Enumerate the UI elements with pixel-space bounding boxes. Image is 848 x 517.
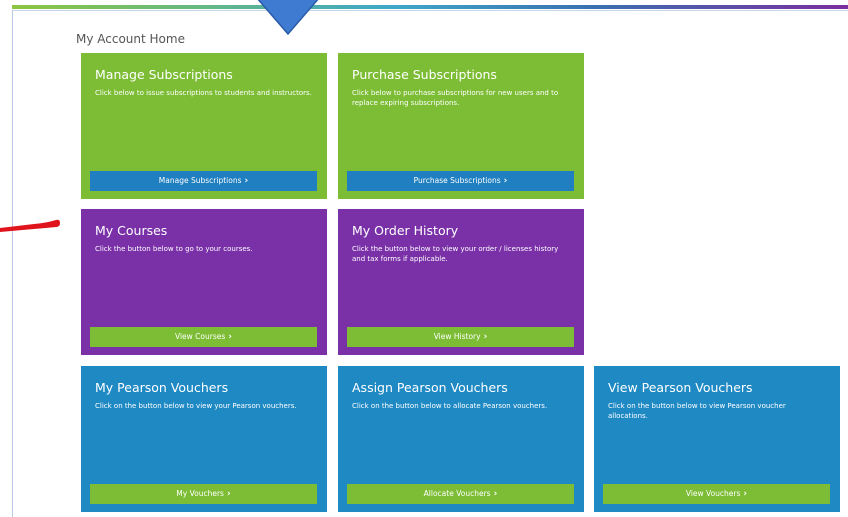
button-label: Allocate Vouchers [423, 489, 491, 498]
card-description: Click on the button below to view Pearso… [608, 402, 786, 420]
chevron-right-icon: › [226, 489, 231, 499]
callout-pointer-icon [257, 0, 319, 36]
manage-subscriptions-button[interactable]: Manage Subscriptions › [90, 171, 317, 191]
card-title: Purchase Subscriptions [352, 67, 497, 82]
purchase-subscriptions-button[interactable]: Purchase Subscriptions › [347, 171, 574, 191]
button-label: View Vouchers [685, 489, 741, 498]
card-my-courses: My Courses Click the button below to go … [81, 209, 327, 355]
header-gradient-bar [12, 5, 848, 9]
card-purchase-subscriptions: Purchase Subscriptions Click below to pu… [338, 53, 584, 199]
card-title: Manage Subscriptions [95, 67, 233, 82]
card-description: Click below to issue subscriptions to st… [95, 89, 312, 97]
card-description: Click on the button below to view your P… [95, 402, 297, 410]
card-title: My Order History [352, 223, 459, 238]
red-arrow-icon [0, 219, 60, 232]
view-vouchers-button[interactable]: View Vouchers › [603, 484, 830, 504]
card-title: My Courses [95, 223, 168, 238]
card-my-pearson-vouchers: My Pearson Vouchers Click on the button … [81, 366, 327, 512]
card-title: Assign Pearson Vouchers [352, 380, 508, 395]
button-label: View History [433, 332, 481, 341]
chevron-right-icon: › [483, 332, 488, 342]
button-label: View Courses [175, 332, 226, 341]
chevron-right-icon: › [493, 489, 498, 499]
allocate-vouchers-button[interactable]: Allocate Vouchers › [347, 484, 574, 504]
header-divider [12, 10, 848, 11]
button-label: Manage Subscriptions [158, 176, 242, 185]
view-history-button[interactable]: View History › [347, 327, 574, 347]
chevron-right-icon: › [228, 332, 232, 342]
card-description: Click on the button below to allocate Pe… [352, 402, 548, 410]
chevron-right-icon: › [503, 176, 508, 186]
my-vouchers-button[interactable]: My Vouchers › [90, 484, 317, 504]
card-description: Click below to purchase subscriptions fo… [352, 89, 559, 107]
card-view-pearson-vouchers: View Pearson Vouchers Click on the butto… [594, 366, 840, 512]
chevron-right-icon: › [244, 176, 249, 186]
card-title: View Pearson Vouchers [608, 380, 753, 395]
page-left-border [12, 10, 13, 517]
page-title: My Account Home [76, 32, 185, 46]
card-description: Click the button below to go to your cou… [95, 245, 253, 253]
card-title: My Pearson Vouchers [95, 380, 229, 395]
card-my-order-history: My Order History Click the button below … [338, 209, 584, 355]
view-courses-button[interactable]: View Courses › [90, 327, 317, 347]
card-description: Click the button below to view your orde… [352, 245, 559, 263]
button-label: Purchase Subscriptions [413, 176, 501, 185]
button-label: My Vouchers [176, 489, 224, 498]
card-manage-subscriptions: Manage Subscriptions Click below to issu… [81, 53, 327, 199]
chevron-right-icon: › [743, 489, 748, 499]
account-home-page: My Account Home Manage Subscriptions Cli… [0, 0, 848, 517]
card-assign-pearson-vouchers: Assign Pearson Vouchers Click on the but… [338, 366, 584, 512]
